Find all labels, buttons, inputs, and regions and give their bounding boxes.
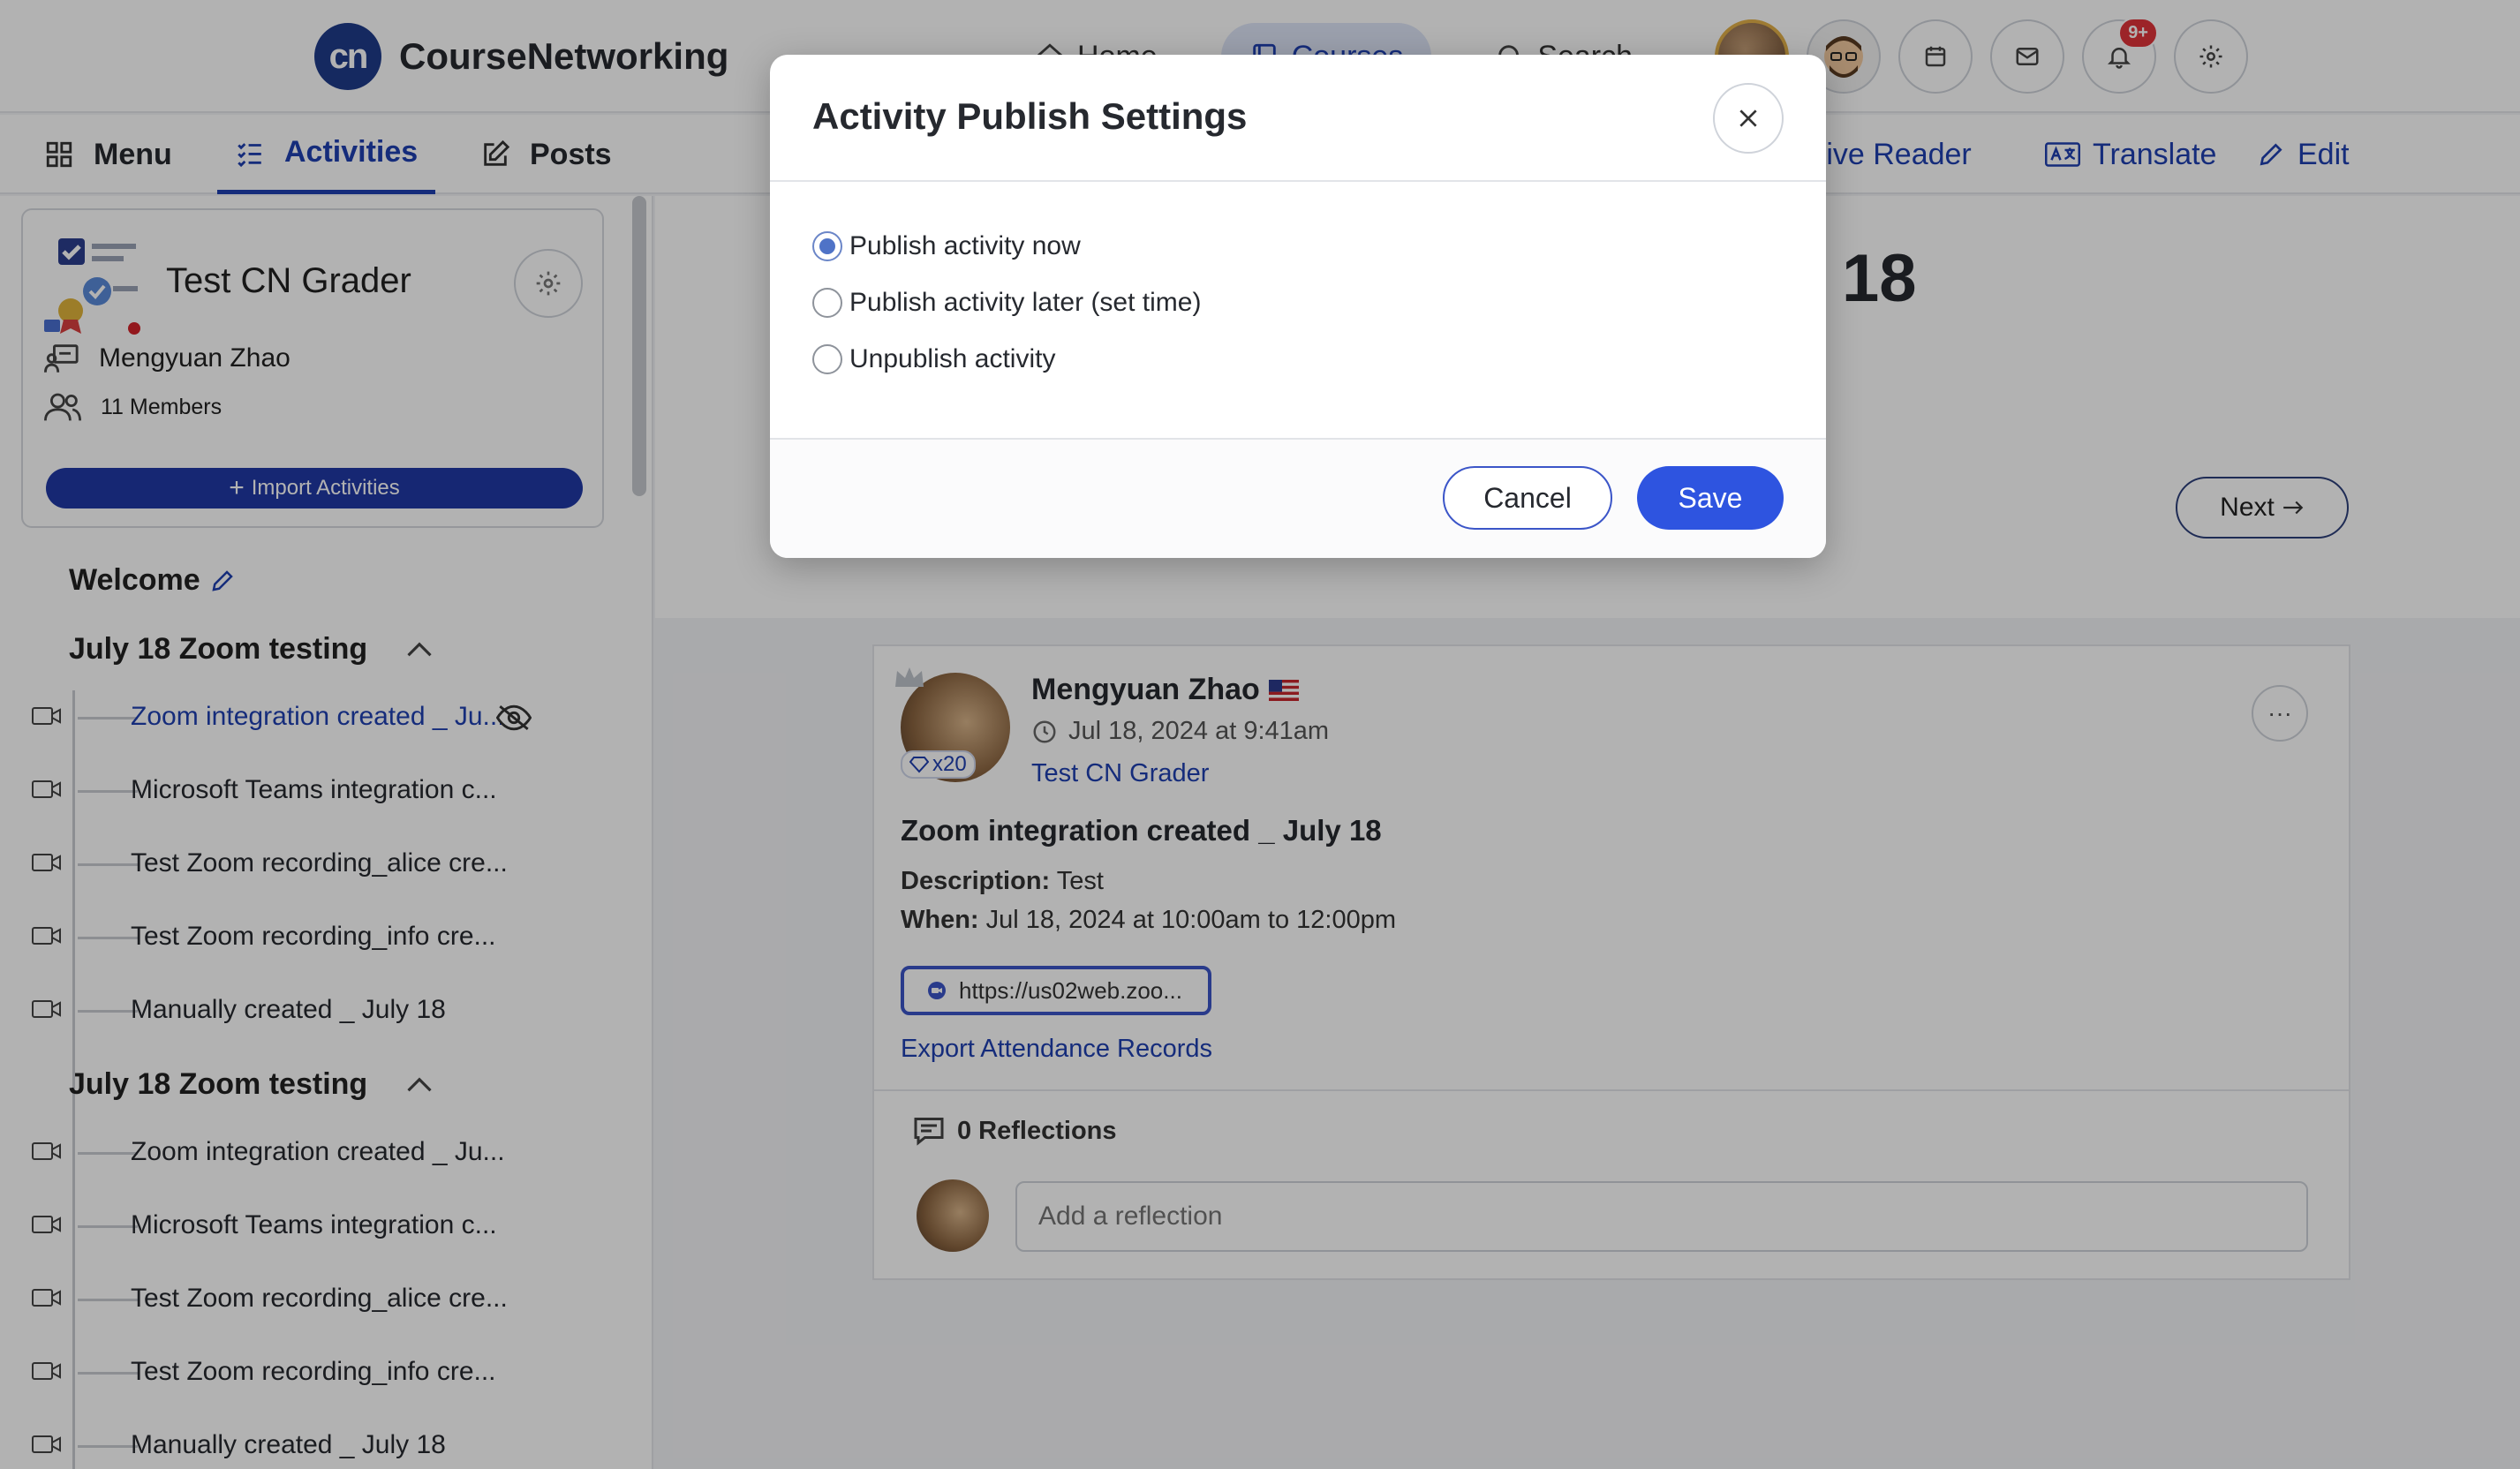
unpublish-option[interactable]: Unpublish activity [812,344,1055,374]
unpublish-radio[interactable] [812,344,842,374]
publish-settings-modal: Activity Publish Settings Publish activi… [770,55,1826,558]
modal-title: Activity Publish Settings [812,95,1248,137]
publish-later-label: Publish activity later (set time) [849,288,1202,317]
publish-now-radio[interactable] [812,231,842,261]
modal-divider [770,438,1826,440]
modal-divider [770,180,1826,182]
publish-later-radio[interactable] [812,288,842,318]
close-button[interactable] [1713,83,1784,154]
publish-now-label: Publish activity now [849,231,1081,260]
close-icon [1739,109,1757,127]
unpublish-label: Unpublish activity [849,344,1056,373]
save-button[interactable]: Save [1637,466,1784,530]
cancel-button[interactable]: Cancel [1443,466,1612,530]
publish-later-option[interactable]: Publish activity later (set time) [812,288,1201,318]
publish-now-option[interactable]: Publish activity now [812,231,1081,261]
